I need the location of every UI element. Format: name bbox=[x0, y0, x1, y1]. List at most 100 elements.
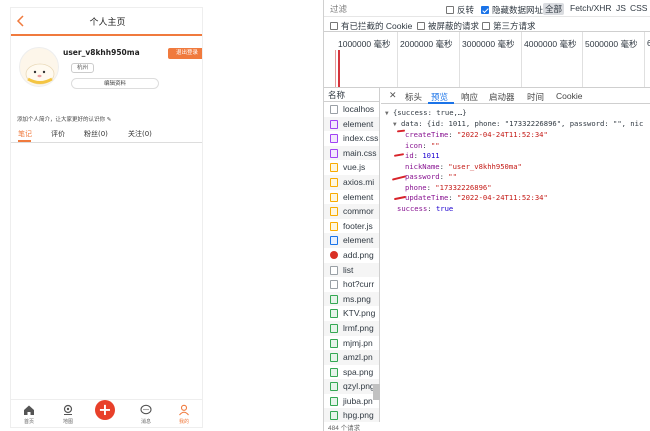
tab-notes[interactable]: 笔记 bbox=[18, 129, 32, 139]
timeline-gridline bbox=[521, 32, 522, 87]
tab-cookies[interactable]: Cookie bbox=[556, 91, 582, 101]
tabbar-map[interactable]: 地图 bbox=[53, 404, 83, 425]
network-timeline[interactable]: 1000000 毫秒 2000000 毫秒 3000000 毫秒 4000000… bbox=[324, 32, 650, 88]
request-row[interactable]: list bbox=[324, 262, 379, 278]
type-filter-all[interactable]: 全部 bbox=[543, 3, 565, 15]
json-root-row[interactable]: ▼ {success: true,…} bbox=[385, 108, 467, 119]
request-row[interactable]: qzyl.png bbox=[324, 379, 379, 394]
json-value: "2022-04-24T11:52:34" bbox=[456, 193, 548, 202]
file-img-icon bbox=[330, 367, 338, 377]
divider bbox=[11, 142, 202, 143]
message-icon bbox=[140, 404, 152, 415]
timeline-gridline bbox=[459, 32, 460, 87]
json-key: phone bbox=[405, 182, 427, 192]
file-js-icon bbox=[330, 221, 338, 231]
request-row[interactable]: footer.js bbox=[324, 219, 379, 234]
file-css-icon bbox=[330, 134, 338, 144]
checkbox-box bbox=[482, 22, 490, 30]
city-badge: 杭州 bbox=[71, 63, 95, 73]
timeline-gridline bbox=[644, 32, 645, 87]
blocked-requests-checkbox[interactable]: 被屏蔽的请求 bbox=[417, 20, 479, 32]
tab-timing[interactable]: 时间 bbox=[527, 91, 544, 103]
request-row[interactable]: ms.png bbox=[324, 291, 379, 307]
request-row[interactable]: KTV.png bbox=[324, 306, 379, 321]
scrollbar-thumb[interactable] bbox=[373, 384, 380, 400]
file-js-icon bbox=[330, 207, 338, 217]
request-name: lrmf.png bbox=[343, 322, 374, 333]
request-rows: localhos element index.css main.css vue.js ax… bbox=[324, 102, 379, 431]
json-value: 1011 bbox=[422, 151, 440, 160]
third-party-checkbox[interactable]: 第三方请求 bbox=[482, 20, 536, 32]
file-img-icon bbox=[330, 411, 338, 421]
file-doc-icon bbox=[330, 280, 338, 290]
request-row[interactable]: mjmj.pn bbox=[324, 336, 379, 351]
request-name: vue.js bbox=[343, 162, 366, 173]
request-row[interactable]: spa.png bbox=[324, 365, 379, 380]
request-row[interactable]: hot?curr bbox=[324, 277, 379, 292]
page-title: 个人主页 bbox=[89, 18, 126, 28]
request-row[interactable]: element bbox=[324, 233, 379, 248]
json-key: id bbox=[405, 151, 414, 160]
json-value: "" bbox=[430, 140, 440, 150]
tab-response[interactable]: 响应 bbox=[461, 91, 478, 103]
file-img-icon bbox=[330, 309, 338, 319]
file-img-icon bbox=[330, 382, 338, 392]
request-row[interactable]: main.css bbox=[324, 145, 379, 161]
close-icon[interactable]: ✕ bbox=[389, 90, 397, 101]
intro-prompt[interactable]: 添加个人简介，让大家更好的认识你 ✎ bbox=[17, 115, 111, 123]
expand-triangle-icon: ▼ bbox=[393, 121, 397, 128]
name-column-header[interactable]: 名称 bbox=[324, 88, 379, 102]
hide-data-urls-checkbox[interactable]: 隐藏数据网址 bbox=[481, 4, 543, 16]
tab-reviews[interactable]: 评价 bbox=[51, 129, 65, 139]
json-value: "2022-04-24T11:52:34" bbox=[456, 130, 548, 139]
request-name: list bbox=[343, 264, 354, 275]
invert-checkbox[interactable]: 反转 bbox=[446, 4, 474, 16]
request-row[interactable]: jiuba.pn bbox=[324, 394, 379, 409]
json-key: createTime bbox=[405, 130, 449, 139]
tabbar-label: 地图 bbox=[62, 419, 73, 425]
request-row[interactable]: vue.js bbox=[324, 160, 379, 175]
request-row[interactable]: lrmf.png bbox=[324, 320, 379, 336]
request-name: amzl.pn bbox=[343, 352, 373, 363]
request-row[interactable]: localhos bbox=[324, 102, 379, 117]
annotation-mark bbox=[391, 175, 407, 181]
phone-preview: 个人主页 user_v8khh950ma 退出登录 杭州 编辑资料 添加个人简介… bbox=[10, 7, 203, 428]
request-list: 名称 localhos element index.css main.css vue.j… bbox=[324, 88, 380, 431]
request-row[interactable]: axios.mi bbox=[324, 174, 379, 190]
type-filter-js[interactable]: JS bbox=[614, 3, 628, 13]
request-row[interactable]: element bbox=[324, 116, 379, 132]
file-doc-icon bbox=[330, 265, 338, 275]
request-row[interactable]: index.css bbox=[324, 131, 379, 146]
tab-initiator[interactable]: 启动器 bbox=[489, 91, 515, 103]
request-row[interactable]: commor bbox=[324, 204, 379, 219]
avatar[interactable] bbox=[19, 47, 59, 87]
request-name: axios.mi bbox=[343, 176, 375, 187]
add-icon[interactable]: + bbox=[95, 400, 115, 420]
file-css-icon bbox=[330, 148, 338, 158]
blocked-cookies-checkbox[interactable]: 有已拦截的 Cookie bbox=[330, 20, 412, 32]
tabbar-me[interactable]: 我的 bbox=[169, 404, 199, 425]
logout-button[interactable]: 退出登录 bbox=[168, 48, 202, 59]
json-data-row[interactable]: ▼ data: {id: 1011, phone: "17332226896",… bbox=[393, 119, 643, 130]
tabbar-messages[interactable]: 消息 bbox=[131, 404, 161, 425]
checkbox-label: 第三方请求 bbox=[493, 21, 536, 31]
tab-fans[interactable]: 粉丝(0) bbox=[84, 129, 108, 139]
tab-headers[interactable]: 标头 bbox=[405, 91, 422, 103]
checkbox-label: 隐藏数据网址 bbox=[492, 5, 544, 15]
timeline-tick-label: 3000000 毫秒 bbox=[462, 39, 515, 49]
request-name: jiuba.pn bbox=[343, 395, 373, 406]
request-row[interactable]: hpg.png bbox=[324, 408, 379, 424]
type-filter-css[interactable]: CSS bbox=[628, 3, 649, 13]
type-filter-xhr[interactable]: Fetch/XHR bbox=[568, 3, 614, 13]
filter-input[interactable] bbox=[330, 3, 440, 15]
edit-profile-button[interactable]: 编辑资料 bbox=[71, 78, 159, 89]
timeline-request-bar bbox=[338, 50, 340, 87]
tab-following[interactable]: 关注(0) bbox=[128, 129, 152, 139]
tabbar-home[interactable]: 首页 bbox=[14, 404, 44, 425]
request-row[interactable]: element bbox=[324, 190, 379, 205]
request-name: KTV.png bbox=[343, 308, 376, 319]
timeline-tick-label: 2000000 毫秒 bbox=[400, 39, 453, 49]
request-row[interactable]: add.png bbox=[324, 248, 379, 263]
request-row[interactable]: amzl.pn bbox=[324, 350, 379, 365]
json-value: "" bbox=[448, 172, 457, 181]
